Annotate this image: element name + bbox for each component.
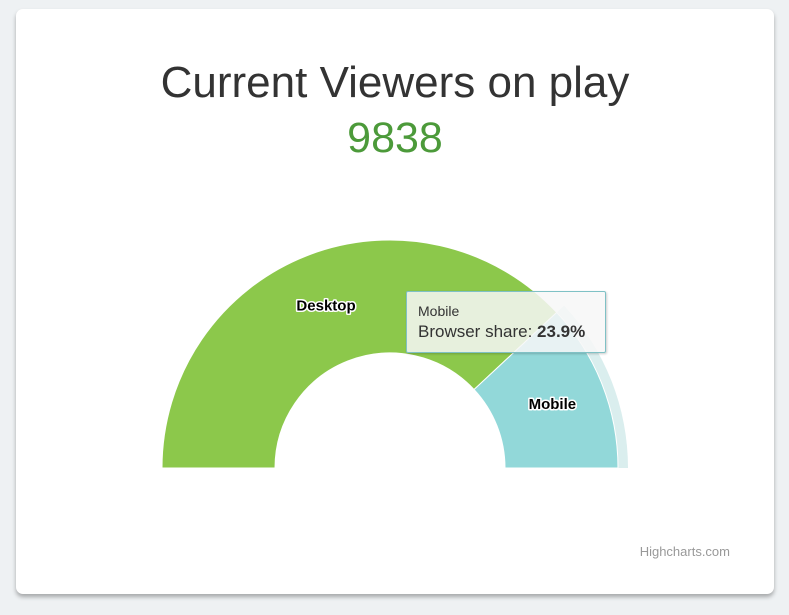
tooltip-row: Browser share: 23.9% xyxy=(418,320,594,344)
chart-card: Current Viewers on play 9838 Desktop Mobi… xyxy=(16,9,774,594)
slices-group xyxy=(161,239,628,469)
slice-label-desktop: Desktop xyxy=(296,298,355,315)
tooltip: Mobile Browser share: 23.9% xyxy=(406,291,606,353)
slice-label-mobile: Mobile xyxy=(529,396,577,413)
donut-chart: Desktop Mobile xyxy=(161,239,628,469)
credits-link[interactable]: Highcharts.com xyxy=(640,544,730,559)
slice-desktop[interactable] xyxy=(161,239,558,469)
tooltip-series-label: Browser share: xyxy=(418,322,538,341)
tooltip-value: 23.9% xyxy=(537,322,586,341)
tooltip-point-name: Mobile xyxy=(418,303,460,319)
